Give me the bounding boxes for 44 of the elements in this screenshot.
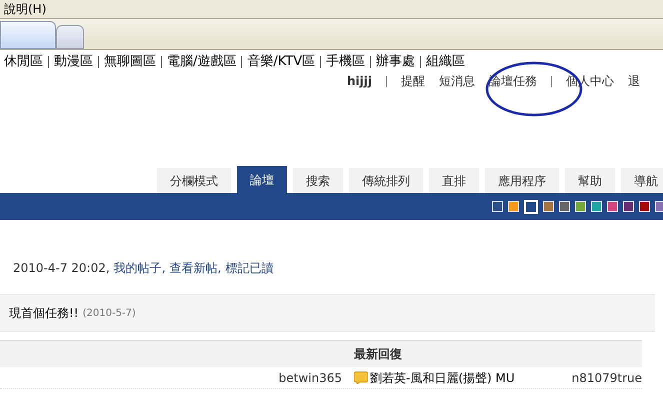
forum-link[interactable]: 查看新帖,: [170, 259, 222, 277]
theme-swatch[interactable]: [591, 201, 602, 212]
nav-tab[interactable]: 搜索: [293, 168, 343, 193]
nav-link[interactable]: 手機區: [326, 52, 366, 72]
theme-swatch[interactable]: [655, 201, 663, 212]
speech-bubble-icon: [354, 371, 368, 384]
nav-tab[interactable]: 直排: [429, 168, 479, 193]
theme-swatch[interactable]: [508, 201, 519, 212]
thread-title[interactable]: 劉若英-風和日麗(揚聲) MU: [370, 368, 515, 386]
nav-link[interactable]: 動漫區: [54, 52, 93, 72]
theme-swatch[interactable]: [543, 201, 554, 212]
user-link[interactable]: 短消息: [439, 72, 475, 90]
last-visit-text: 2010-4-7 20:02,: [13, 260, 110, 277]
author-name[interactable]: betwin365: [0, 368, 342, 386]
nav-link[interactable]: 組織區: [426, 52, 466, 72]
nav-tab[interactable]: 幫助: [565, 168, 615, 193]
theme-swatch[interactable]: [575, 201, 586, 212]
nav-link[interactable]: 音樂/KTV區: [247, 52, 316, 72]
username[interactable]: hijjj: [347, 72, 372, 90]
nav-link[interactable]: 電腦/遊戲區: [167, 52, 236, 72]
nav-tab[interactable]: 傳統排列: [349, 168, 423, 193]
nav-link[interactable]: 無聊圖區: [104, 52, 156, 72]
forum-link[interactable]: 我的帖子,: [114, 259, 166, 277]
menu-item[interactable]: 說明(H): [4, 0, 46, 18]
user-link[interactable]: 提醒: [401, 72, 425, 90]
theme-swatch[interactable]: [623, 201, 634, 212]
column-header: 最新回復: [354, 346, 402, 363]
nav-tab[interactable]: 應用程序: [485, 168, 559, 193]
last-poster[interactable]: n81079true: [572, 368, 642, 386]
nav-tab[interactable]: 論壇: [237, 166, 287, 193]
nav-tab[interactable]: 導航: [621, 168, 663, 193]
browser-tab[interactable]: [56, 25, 84, 49]
theme-swatch[interactable]: [607, 201, 618, 212]
theme-swatch[interactable]: [639, 201, 650, 212]
nav-link[interactable]: 休閒區: [4, 52, 43, 72]
theme-swatch[interactable]: [559, 201, 570, 212]
forum-link[interactable]: 標記已讀: [225, 259, 274, 277]
nav-link[interactable]: 辦事處: [376, 52, 416, 72]
nav-tab[interactable]: 分欄模式: [157, 168, 231, 193]
theme-swatch[interactable]: [492, 201, 503, 212]
notice-text: 現首個任務!!: [9, 305, 79, 322]
user-link[interactable]: 退: [628, 72, 640, 90]
notice-date: (2010-5-7): [82, 306, 136, 320]
browser-tab[interactable]: [0, 21, 56, 49]
